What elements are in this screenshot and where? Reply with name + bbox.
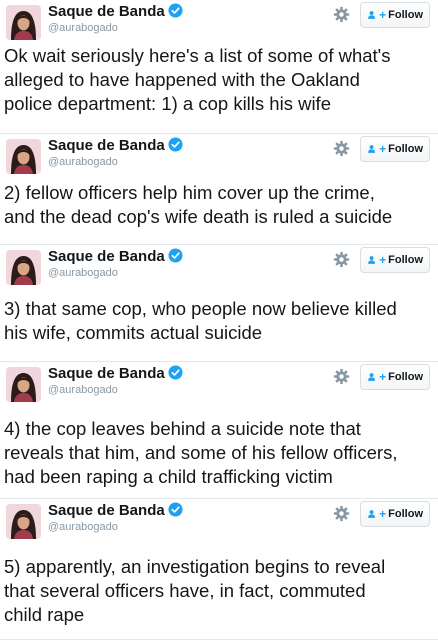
plus-icon: + — [379, 253, 387, 267]
author-name-text[interactable]: Saque de Banda — [48, 3, 165, 20]
follow-label: Follow — [388, 254, 423, 266]
author-handle[interactable]: @aurabogado — [48, 156, 118, 168]
plus-icon: + — [379, 507, 387, 521]
follow-label: Follow — [388, 9, 423, 21]
tweet-text: 4) the cop leaves behind a suicide note … — [4, 417, 432, 489]
gear-icon[interactable] — [333, 6, 350, 23]
follow-label: Follow — [388, 371, 423, 383]
tweet-feed: Saque de Banda @aurabogado + Follow Ok w… — [0, 0, 438, 640]
author-handle[interactable]: @aurabogado — [48, 267, 118, 279]
tweet-card: Saque de Banda @aurabogado + F — [0, 134, 438, 245]
gear-icon[interactable] — [333, 140, 350, 157]
author-handle[interactable]: @aurabogado — [48, 384, 118, 396]
tweet-text: Ok wait seriously here's a list of some … — [4, 44, 432, 116]
tweet-text-line: 5) apparently, an investigation begins t… — [4, 556, 386, 577]
follow-label: Follow — [388, 143, 423, 155]
tweet-text: 3) that same cop, who people now believe… — [4, 297, 432, 345]
verified-badge-icon — [168, 365, 183, 380]
tweet-text-line: 2) fellow officers help him cover up the… — [4, 182, 375, 203]
plus-icon: + — [379, 370, 387, 384]
tweet-text-line: child rape — [4, 604, 85, 625]
tweet-text-line: alleged to have happened with the Oaklan… — [4, 69, 360, 90]
author-name[interactable]: Saque de Banda — [48, 137, 183, 154]
author-name-text[interactable]: Saque de Banda — [48, 137, 165, 154]
tweet-text-line: and the dead cop's wife death is ruled a… — [4, 206, 393, 227]
verified-badge-icon — [168, 3, 183, 18]
follow-button[interactable]: + Follow — [360, 501, 430, 527]
avatar[interactable] — [6, 5, 41, 40]
follow-button[interactable]: + Follow — [360, 2, 430, 28]
author-name[interactable]: Saque de Banda — [48, 365, 183, 382]
tweet-card: Saque de Banda @aurabogado + F — [0, 499, 438, 640]
avatar[interactable] — [6, 250, 41, 285]
follow-button[interactable]: + Follow — [360, 364, 430, 390]
tweet-text-line: reveals that him, and some of his fellow… — [4, 442, 398, 463]
tweet-card: Saque de Banda @aurabogado + F — [0, 0, 438, 134]
gear-icon[interactable] — [333, 505, 350, 522]
plus-icon: + — [379, 8, 387, 22]
verified-badge-icon — [168, 502, 183, 517]
tweet-text-line: 3) that same cop, who people now believe… — [4, 298, 397, 319]
tweet-text-line: Ok wait seriously here's a list of some … — [4, 45, 391, 66]
tweet-card: Saque de Banda @aurabogado + F — [0, 245, 438, 362]
tweet-text-line: had been raping a child trafficking vict… — [4, 466, 333, 487]
add-person-icon — [368, 145, 376, 153]
avatar[interactable] — [6, 139, 41, 174]
tweet-text-line: that several officers have, in fact, com… — [4, 580, 366, 601]
verified-badge-icon — [168, 248, 183, 263]
author-name[interactable]: Saque de Banda — [48, 3, 183, 20]
tweet-text: 5) apparently, an investigation begins t… — [4, 555, 432, 627]
gear-icon[interactable] — [333, 251, 350, 268]
author-name-text[interactable]: Saque de Banda — [48, 502, 165, 519]
follow-label: Follow — [388, 508, 423, 520]
add-person-icon — [368, 256, 376, 264]
avatar[interactable] — [6, 367, 41, 402]
tweet-text-line: police department: 1) a cop kills his wi… — [4, 93, 331, 114]
plus-icon: + — [379, 142, 387, 156]
avatar[interactable] — [6, 504, 41, 539]
author-name[interactable]: Saque de Banda — [48, 502, 183, 519]
author-name-text[interactable]: Saque de Banda — [48, 365, 165, 382]
tweet-card: Saque de Banda @aurabogado + F — [0, 362, 438, 499]
author-handle[interactable]: @aurabogado — [48, 22, 118, 34]
gear-icon[interactable] — [333, 368, 350, 385]
tweet-text-line: 4) the cop leaves behind a suicide note … — [4, 418, 361, 439]
follow-button[interactable]: + Follow — [360, 247, 430, 273]
add-person-icon — [368, 510, 376, 518]
tweet-text: 2) fellow officers help him cover up the… — [4, 181, 432, 229]
author-handle[interactable]: @aurabogado — [48, 521, 118, 533]
tweet-text-line: his wife, commits actual suicide — [4, 322, 263, 343]
add-person-icon — [368, 373, 376, 381]
follow-button[interactable]: + Follow — [360, 136, 430, 162]
author-name-text[interactable]: Saque de Banda — [48, 248, 165, 265]
author-name[interactable]: Saque de Banda — [48, 248, 183, 265]
add-person-icon — [368, 11, 376, 19]
verified-badge-icon — [168, 137, 183, 152]
